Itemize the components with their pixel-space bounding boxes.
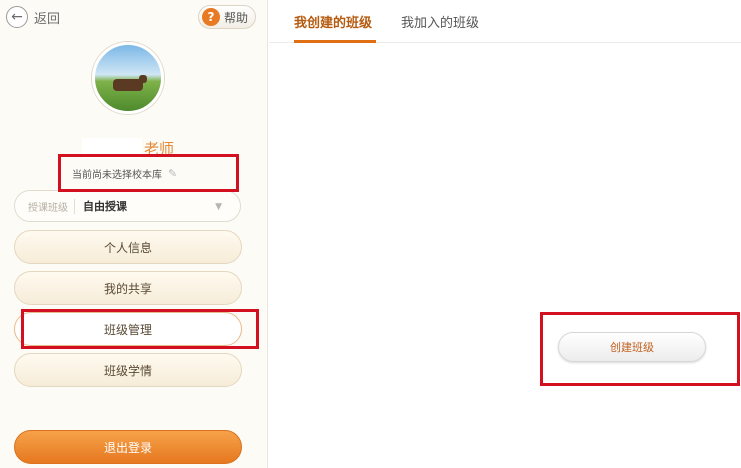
class-select-label: 授课班级 (28, 198, 75, 214)
main-panel: 我创建的班级 我加入的班级 创建班级 (269, 0, 741, 468)
menu-my-share[interactable]: 我的共享 (14, 271, 242, 305)
menu-personal-info[interactable]: 个人信息 (14, 230, 242, 264)
highlight-box-school-note (58, 154, 239, 192)
logout-button[interactable]: 退出登录 (14, 430, 242, 464)
avatar (92, 42, 164, 114)
app-root: ← 返回 ? 帮助 老师 当前尚未选择校本库 ✎ 授课班级 自由授课 ▼ 个人信… (0, 0, 741, 468)
highlight-box-create-class (540, 312, 740, 386)
back-label: 返回 (34, 11, 61, 27)
tab-created-classes[interactable]: 我创建的班级 (294, 12, 372, 31)
tab-bar: 我创建的班级 我加入的班级 (269, 0, 741, 43)
menu-class-analytics[interactable]: 班级学情 (14, 353, 242, 387)
class-select-value: 自由授课 (83, 200, 127, 213)
question-icon: ? (202, 8, 220, 26)
class-select[interactable]: 授课班级 自由授课 ▼ (14, 190, 241, 222)
back-button[interactable]: ← 返回 (6, 6, 60, 28)
help-button[interactable]: ? 帮助 (198, 5, 256, 29)
active-tab-indicator (294, 40, 376, 43)
help-label: 帮助 (224, 10, 249, 25)
arrow-left-icon: ← (6, 6, 28, 28)
cow-picture (113, 75, 147, 91)
sidebar: ← 返回 ? 帮助 老师 当前尚未选择校本库 ✎ 授课班级 自由授课 ▼ 个人信… (0, 0, 268, 468)
tab-joined-classes[interactable]: 我加入的班级 (401, 12, 479, 31)
caret-down-icon: ▼ (215, 202, 222, 212)
highlight-box-class-management (21, 309, 259, 349)
